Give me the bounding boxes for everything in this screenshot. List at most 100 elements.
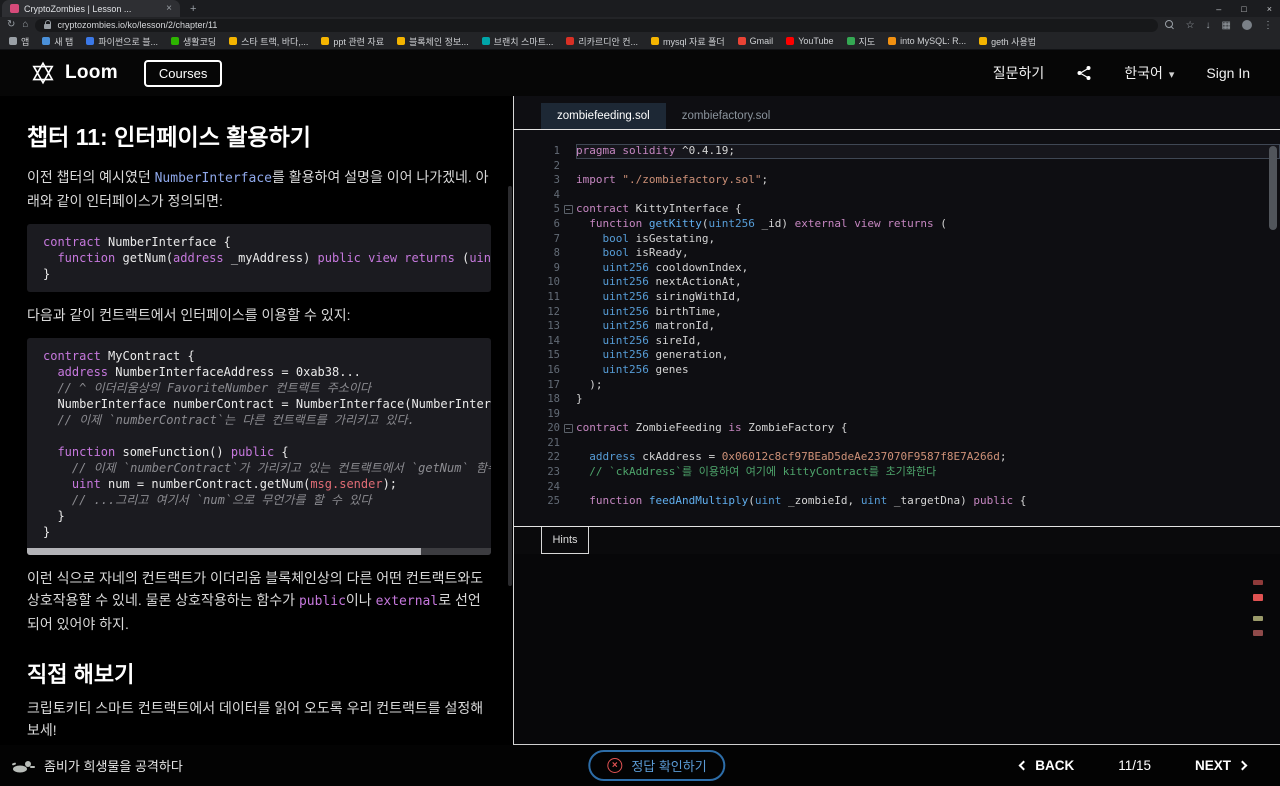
url-field[interactable]: cryptozombies.io/ko/lesson/2/chapter/11 [35,18,1158,32]
browser-tab[interactable]: CryptoZombies | Lesson ... [2,0,180,17]
bookmark-item[interactable]: YouTube [786,36,834,46]
bookmark-item[interactable]: Gmail [737,36,773,46]
home-icon[interactable] [22,20,28,30]
editor-line[interactable]: 5 contract KittyInterface { [514,202,1280,217]
bookmark-favicon [321,37,330,45]
inline-code: NumberInterface [154,171,272,186]
window-close-button[interactable] [1267,4,1272,14]
editor-line[interactable]: 17 ); [514,378,1280,393]
bookmark-label: mysql 자료 폴더 [663,36,725,47]
reload-icon[interactable] [7,20,15,30]
editor-line[interactable]: 3 import "./zombiefactory.sol"; [514,173,1280,188]
bookmark-item[interactable]: 생활코딩 [171,35,216,48]
sign-in-link[interactable]: Sign In [1206,65,1250,81]
line-number: 7 [553,232,560,245]
editor-line[interactable]: 14 uint256 sireId, [514,334,1280,349]
bookmark-item[interactable]: 블록체인 정보... [396,35,469,48]
text-run [43,381,57,395]
editor-line[interactable]: 21 [514,436,1280,451]
tab-hints[interactable]: Hints [541,527,589,554]
fold-gutter [560,465,576,480]
editor-line[interactable]: 4 [514,188,1280,203]
editor-line[interactable]: 1 pragma solidity ^0.4.19; [514,144,1280,159]
profile-avatar[interactable] [1242,20,1252,30]
text-run: is [728,421,742,435]
editor-line[interactable]: 24 [514,480,1280,495]
ask-question-link[interactable]: 질문하기 [993,63,1045,83]
back-button[interactable]: BACK [1018,758,1074,773]
bookmark-item[interactable]: mysql 자료 폴더 [651,35,725,48]
browser-menu-icon[interactable] [1263,20,1273,31]
editor-line[interactable]: 2 [514,159,1280,174]
download-icon[interactable] [1206,20,1211,31]
bookmark-item[interactable]: 스타 트랙, 바다,... [229,35,308,48]
editor-line[interactable]: 6 function getKitty (uint256 _id) externa… [514,217,1280,232]
line-number: 14 [547,334,560,347]
new-tab-button[interactable] [190,3,196,15]
fold-icon[interactable] [560,421,576,436]
text-run: getKitty [648,216,702,230]
editor-scrollbar[interactable] [1269,146,1277,514]
text-run [43,413,57,427]
tab-zombiefactory-sol[interactable]: zombiefactory.sol [666,103,787,129]
editor-line[interactable]: 15 uint256 generation, [514,348,1280,363]
text-run: ; [761,173,769,187]
editor-line[interactable]: 25 function feedAndMultiply(uint _zombie… [514,494,1280,509]
text-run: uint [71,477,101,491]
editor-line[interactable]: 19 [514,407,1280,422]
bookmark-item[interactable]: 리카르디안 컨... [566,35,638,48]
line-content: function getKitty(uint256 _id) external … [576,217,1280,232]
text-run [43,365,57,379]
editor-line[interactable]: 10 uint256 nextActionAt, [514,275,1280,290]
editor-line[interactable]: 18} [514,392,1280,407]
next-button[interactable]: NEXT [1195,758,1248,773]
bookmark-item[interactable]: 지도 [846,35,875,48]
brand[interactable]: Loom [30,60,118,86]
code-editor[interactable]: 1 pragma solidity ^0.4.19; 2 3 import "./zo… [514,130,1280,526]
editor-line[interactable]: 16 uint256 genes [514,363,1280,378]
window-maximize-button[interactable] [1241,4,1246,14]
browser-chrome: CryptoZombies | Lesson ... cryptozombies… [0,0,1280,50]
editor-line[interactable]: 20 contract ZombieFeeding is ZombieFactor… [514,421,1280,436]
share-icon[interactable] [1076,65,1092,81]
bookmark-star-icon[interactable] [1186,20,1195,31]
editor-line[interactable]: 12 uint256 birthTime, [514,305,1280,320]
line-content: uint256 siringWithId, [576,290,1280,305]
bookmark-item[interactable]: 앱 [9,35,29,48]
check-answer-button[interactable]: 정답 확인하기 [588,750,726,781]
content: 챕터 11: 인터페이스 활용하기 이전 챕터의 예시였던 NumberInte… [0,96,1280,745]
lesson-scrollbar[interactable] [508,186,512,586]
bookmark-item[interactable]: ppt 관련 자료 [321,35,384,48]
chapter-title: 챕터 11: 인터페이스 활용하기 [27,124,311,150]
line-content [576,188,1280,203]
annotation-marker [1253,616,1263,621]
bookmark-item[interactable]: 브랜치 스마트... [481,35,553,48]
editor-line[interactable]: 11 uint256 siringWithId, [514,290,1280,305]
courses-button[interactable]: Courses [143,59,223,87]
horizontal-scrollbar[interactable] [27,548,491,555]
language-selector[interactable]: 한국어 [1124,63,1174,83]
text-run: public [230,445,275,459]
bookmark-item[interactable]: into MySQL: R... [888,36,966,46]
editor-line[interactable]: 9 uint256 cooldownIndex, [514,261,1280,276]
code-line: contract MyContract { [43,348,475,364]
fold-icon[interactable] [560,202,576,217]
bookmark-item[interactable]: 파이썬으로 블... [86,35,158,48]
editor-line[interactable]: 22 address ckAddress = 0x06012c8cf97BEaD… [514,450,1280,465]
lesson-panel: 챕터 11: 인터페이스 활용하기 이전 챕터의 예시였던 NumberInte… [0,96,513,745]
bookmark-item[interactable]: 새 탭 [42,35,73,48]
bookmark-item[interactable]: geth 사용법 [979,35,1036,48]
lock-icon[interactable] [44,20,52,29]
editor-line[interactable]: 23 // `ckAddress`를 이용하여 여기에 kittyContrac… [514,465,1280,480]
search-icon[interactable] [1164,20,1175,30]
line-content: uint256 genes [576,363,1280,378]
tab-zombiefeeding-sol[interactable]: zombiefeeding.sol [541,103,666,129]
text-run [576,450,589,463]
tab-close-icon[interactable] [166,4,172,14]
editor-line[interactable]: 13 uint256 matronId, [514,319,1280,334]
editor-panel: zombiefeeding.sol zombiefactory.sol 1 prag… [513,96,1280,745]
editor-line[interactable]: 8 bool isReady, [514,246,1280,261]
extensions-icon[interactable] [1222,20,1231,31]
editor-line[interactable]: 7 bool isGestating, [514,232,1280,247]
window-minimize-button[interactable] [1216,4,1221,14]
